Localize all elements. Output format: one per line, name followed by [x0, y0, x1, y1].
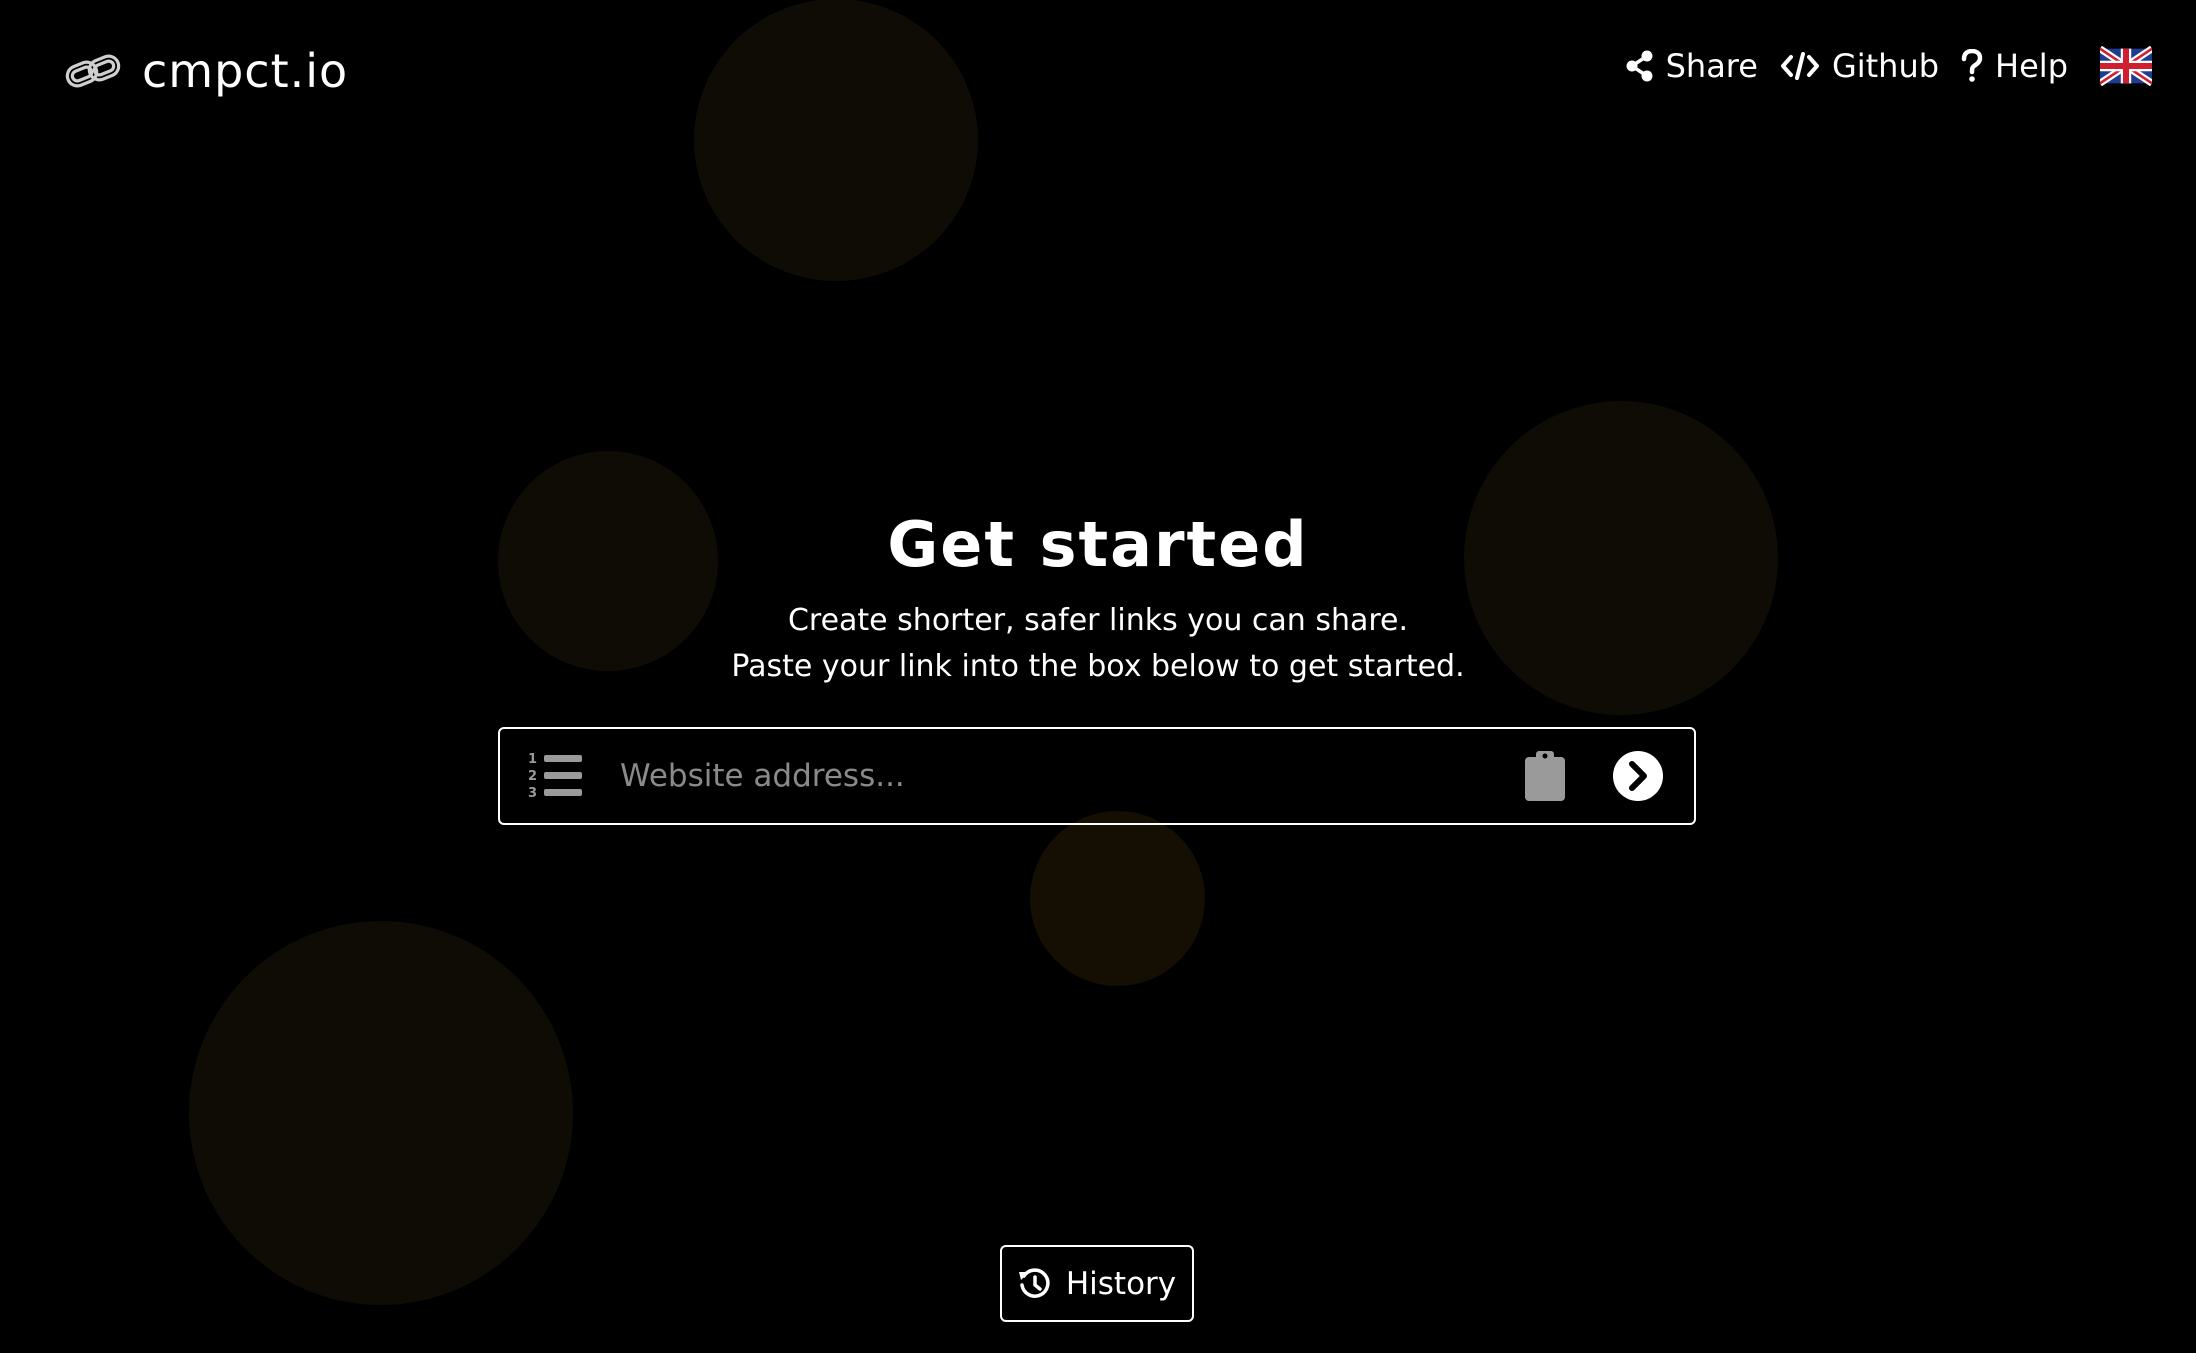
- numbered-list-icon: 1 2 3: [528, 752, 582, 801]
- code-icon: [1780, 52, 1819, 80]
- paste-button[interactable]: [1522, 748, 1568, 804]
- hero-subtitle-line-1: Create shorter, safer links you can shar…: [787, 603, 1409, 638]
- nav-github-label: Github: [1831, 47, 1940, 85]
- shorten-submit-button[interactable]: [1612, 750, 1664, 802]
- chain-link-icon: [65, 54, 121, 88]
- nav-share[interactable]: Share: [1626, 47, 1758, 85]
- nav-github[interactable]: Github: [1780, 47, 1939, 85]
- nav-share-label: Share: [1665, 47, 1758, 85]
- svg-text:3: 3: [528, 786, 537, 801]
- page-title: Get started: [887, 508, 1309, 581]
- brand-name: cmpct.io: [142, 44, 349, 98]
- arrow-right-circle-icon: [1613, 751, 1663, 801]
- url-input[interactable]: [618, 745, 1522, 807]
- top-nav: Share Github Help: [1626, 40, 2152, 92]
- share-icon: [1626, 50, 1653, 82]
- history-button[interactable]: History: [1000, 1245, 1194, 1322]
- brand-logo[interactable]: cmpct.io: [64, 40, 348, 102]
- svg-text:1: 1: [528, 752, 537, 767]
- history-label: History: [1065, 1265, 1177, 1302]
- clipboard-icon: [1525, 751, 1565, 801]
- svg-text:2: 2: [528, 769, 537, 784]
- question-icon: [1961, 49, 1983, 82]
- background-bubble: [189, 921, 573, 1305]
- history-icon: [1018, 1267, 1050, 1298]
- bulk-list-button[interactable]: 1 2 3: [526, 750, 586, 802]
- background-bubble: [694, 0, 978, 281]
- hero-section: Get started Create shorter, safer links …: [0, 500, 2196, 690]
- uk-flag-icon[interactable]: [2100, 46, 2152, 86]
- nav-help[interactable]: Help: [1961, 47, 2068, 85]
- background-bubble: [1030, 811, 1205, 986]
- hero-subtitle-line-2: Paste your link into the box below to ge…: [731, 649, 1465, 684]
- nav-help-label: Help: [1995, 47, 2068, 85]
- url-input-box: 1 2 3: [498, 727, 1696, 825]
